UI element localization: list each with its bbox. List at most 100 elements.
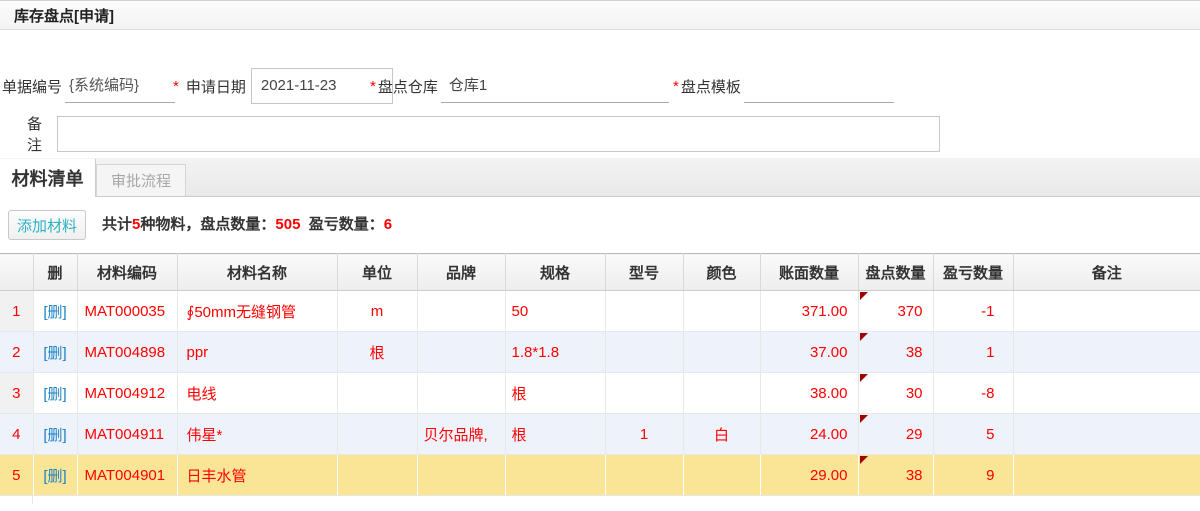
table-footer-area bbox=[0, 496, 1200, 511]
unit bbox=[337, 454, 418, 496]
col-header-model: 型号 bbox=[605, 253, 684, 291]
table-row: 3 [删] MAT004912 电线 根 38.00 30 -8 bbox=[0, 372, 1200, 414]
model bbox=[605, 372, 684, 414]
model bbox=[605, 454, 684, 496]
doc-number-label: 单据编号 bbox=[2, 78, 63, 96]
material-code: MAT004901 bbox=[77, 454, 178, 496]
material-table: 删材料编码 材料名称 单位 品牌 规格 型号 颜色 账面数量 盘点数量 盈亏数量 备注 1 [删] MA… bbox=[0, 253, 1200, 496]
count-qty-value: 38 bbox=[905, 466, 923, 484]
count-qty[interactable]: 38 bbox=[858, 331, 934, 373]
book-qty: 371.00 bbox=[760, 290, 859, 332]
summary-number: 505 bbox=[275, 216, 301, 233]
spec: 50 bbox=[505, 290, 606, 332]
col-header-book-qty: 账面数量 bbox=[760, 253, 859, 291]
col-header-diff-qty: 盈亏数量 bbox=[933, 253, 1014, 291]
color: 白 bbox=[683, 413, 761, 455]
field-count-template: * 盘点模板 bbox=[673, 68, 894, 104]
col-header-material-name: 材料名称 bbox=[177, 253, 338, 291]
required-asterisk: * bbox=[673, 77, 679, 95]
header-form: 单据编号 {系统编码} * 申请日期 2021-11-23 * 盘点仓库 仓库1… bbox=[0, 30, 1200, 158]
tab-approval-flow[interactable]: 审批流程 bbox=[96, 164, 186, 196]
page-title: 库存盘点[申请] bbox=[14, 7, 114, 25]
inventory-count-page: 库存盘点[申请] 单据编号 {系统编码} * 申请日期 2021-11-23 *… bbox=[0, 0, 1200, 511]
book-qty: 24.00 bbox=[760, 413, 859, 455]
color bbox=[683, 372, 761, 414]
doc-number-field[interactable]: {系统编码} bbox=[65, 70, 176, 103]
delete-cell: [删] bbox=[33, 413, 78, 455]
spec: 根 bbox=[505, 413, 606, 455]
row-number: 4 bbox=[0, 413, 34, 455]
row-number: 2 bbox=[0, 331, 34, 373]
field-warehouse: * 盘点仓库 仓库1 bbox=[370, 68, 669, 104]
row-number: 5 bbox=[0, 454, 34, 496]
col-header-row-number bbox=[0, 253, 34, 291]
count-qty[interactable]: 29 bbox=[858, 413, 934, 455]
col-header-spec: 规格 bbox=[505, 253, 606, 291]
material-name: 日丰水管 bbox=[177, 454, 338, 496]
color bbox=[683, 454, 761, 496]
row-remark bbox=[1013, 372, 1200, 414]
color bbox=[683, 331, 761, 373]
apply-date-label: 申请日期 bbox=[185, 78, 246, 96]
page-title-bar: 库存盘点[申请] bbox=[0, 0, 1200, 30]
edited-cell-marker-icon bbox=[859, 415, 868, 423]
col-header-unit: 单位 bbox=[337, 253, 418, 291]
required-asterisk: * bbox=[370, 77, 376, 95]
brand: 贝尔品牌, bbox=[417, 413, 506, 455]
col-header-count-qty: 盘点数量 bbox=[858, 253, 934, 291]
delete-row-link[interactable]: [删] bbox=[43, 304, 66, 321]
count-template-field[interactable] bbox=[743, 70, 894, 103]
add-material-button[interactable]: 添加材料 bbox=[8, 210, 87, 240]
book-qty: 29.00 bbox=[760, 454, 859, 496]
field-doc-number: 单据编号 {系统编码} bbox=[2, 68, 176, 104]
col-header-material-code: 材料编码 bbox=[77, 253, 178, 291]
count-qty[interactable]: 370 bbox=[858, 290, 934, 332]
row-remark bbox=[1013, 331, 1200, 373]
material-code: MAT004911 bbox=[77, 413, 178, 455]
diff-qty: 9 bbox=[933, 454, 1014, 496]
book-qty: 38.00 bbox=[760, 372, 859, 414]
count-qty[interactable]: 38 bbox=[858, 454, 934, 496]
col-header-row-remark: 备注 bbox=[1013, 253, 1200, 291]
delete-cell: [删] bbox=[33, 331, 78, 373]
row-number: 3 bbox=[0, 372, 34, 414]
delete-row-link[interactable]: [删] bbox=[43, 427, 66, 444]
spec bbox=[505, 454, 606, 496]
table-row: 5 [删] MAT004901 日丰水管 29.00 38 9 bbox=[0, 454, 1200, 496]
diff-qty: -1 bbox=[933, 290, 1014, 332]
remark-label: 备注 bbox=[27, 116, 43, 154]
summary-label: 盈亏数量： bbox=[300, 216, 384, 233]
brand bbox=[417, 454, 506, 496]
diff-qty: -8 bbox=[933, 372, 1014, 414]
delete-row-link[interactable]: [删] bbox=[43, 386, 66, 403]
row-number: 1 bbox=[0, 290, 34, 332]
unit: m bbox=[337, 290, 418, 332]
count-qty[interactable]: 30 bbox=[858, 372, 934, 414]
count-template-label: 盘点模板 bbox=[680, 78, 741, 96]
delete-row-link[interactable]: [删] bbox=[43, 345, 66, 362]
model: 1 bbox=[605, 413, 684, 455]
table-row: 1 [删] MAT000035 ∮50mm无缝钢管 m 50 371.00 370 -1 bbox=[0, 290, 1200, 332]
model bbox=[605, 331, 684, 373]
unit bbox=[337, 372, 418, 414]
tab-bar: 材料清单 审批流程 bbox=[0, 158, 1200, 197]
material-code: MAT004912 bbox=[77, 372, 178, 414]
material-code: MAT004898 bbox=[77, 331, 178, 373]
material-toolbar: 添加材料 共计5种物料，盘点数量：505 盈亏数量：6 bbox=[0, 197, 1200, 253]
table-row: 4 [删] MAT004911 伟星* 贝尔品牌, 根 1 白 24.00 29 5 bbox=[0, 413, 1200, 455]
count-qty-value: 370 bbox=[897, 302, 923, 320]
col-header-color: 颜色 bbox=[683, 253, 761, 291]
summary-label: 种物料，盘点数量： bbox=[140, 216, 276, 233]
brand bbox=[417, 372, 506, 414]
tab-material-list[interactable]: 材料清单 bbox=[0, 159, 96, 197]
remark-input[interactable] bbox=[57, 116, 940, 152]
warehouse-label: 盘点仓库 bbox=[377, 78, 438, 96]
delete-cell: [删] bbox=[33, 290, 78, 332]
unit: 根 bbox=[337, 331, 418, 373]
material-name: ∮50mm无缝钢管 bbox=[177, 290, 338, 332]
summary-number: 6 bbox=[383, 216, 393, 233]
edited-cell-marker-icon bbox=[859, 333, 868, 341]
delete-row-link[interactable]: [删] bbox=[43, 468, 66, 485]
unit bbox=[337, 413, 418, 455]
warehouse-field[interactable]: 仓库1 bbox=[440, 70, 669, 103]
